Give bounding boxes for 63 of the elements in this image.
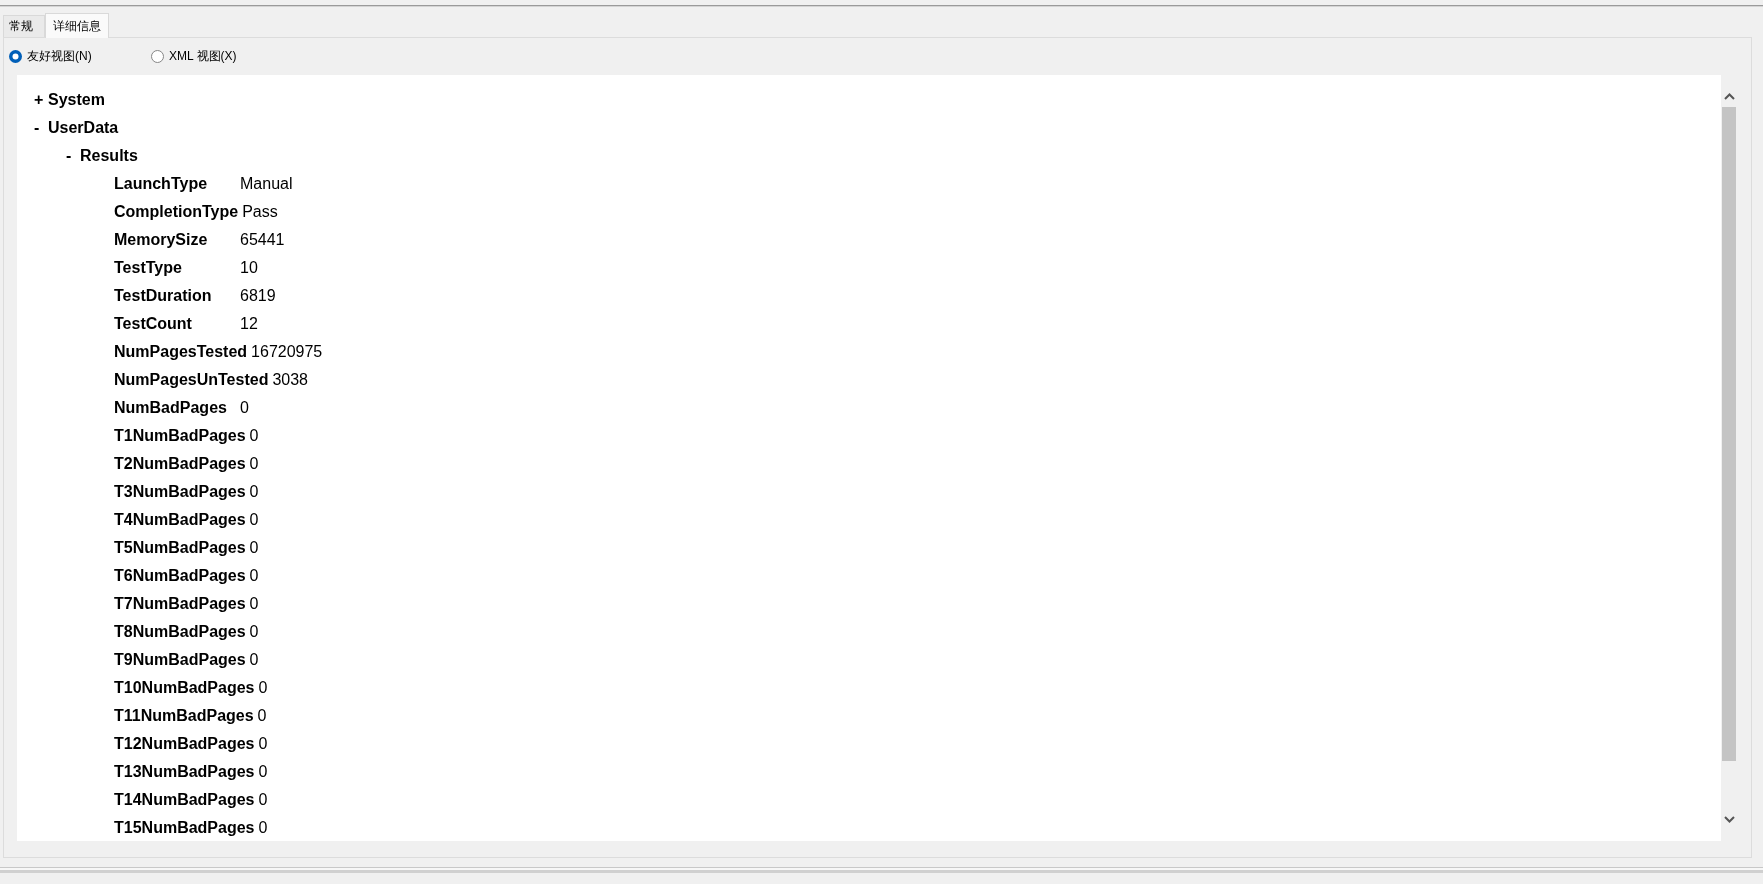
field-name: T6NumBadPages (114, 567, 246, 585)
tab[interactable]: 常规 (3, 15, 45, 37)
field-name: T12NumBadPages (114, 735, 255, 753)
tree-node-label[interactable]: UserData (48, 119, 119, 137)
radio-icon[interactable] (9, 49, 22, 63)
field-name: T15NumBadPages (114, 819, 255, 837)
field-name: TestType (114, 259, 183, 277)
field-value: 0 (258, 735, 268, 753)
field-value: 6819 (240, 287, 276, 305)
field-value: 0 (249, 539, 259, 557)
field-name: NumPagesTested (114, 343, 248, 361)
field-name: NumPagesUnTested (114, 371, 269, 389)
tree-toggle[interactable]: + (34, 91, 48, 109)
field-value: 0 (240, 399, 249, 417)
field-value: 12 (240, 315, 258, 333)
tree-toggle[interactable]: - (34, 119, 48, 137)
field-name: T3NumBadPages (114, 483, 246, 501)
field-name: T1NumBadPages (114, 427, 246, 445)
field-value: Pass (242, 203, 278, 221)
field-value: 0 (258, 763, 268, 781)
scroll-down-icon[interactable] (1723, 816, 1735, 823)
field-name: T2NumBadPages (114, 455, 246, 473)
field-value: 0 (249, 595, 259, 613)
field-name: NumBadPages (114, 399, 228, 417)
radio-option[interactable]: XML 视图(X) (151, 47, 237, 65)
field-name: MemorySize (114, 231, 209, 249)
field-value: 0 (249, 427, 259, 445)
field-name: T4NumBadPages (114, 511, 246, 529)
tree-toggle[interactable]: - (66, 147, 80, 165)
tree-node-label[interactable]: System (48, 91, 105, 109)
field-value: 0 (258, 819, 268, 837)
field-value: 0 (258, 679, 268, 697)
scroll-up-icon[interactable] (1723, 93, 1735, 100)
field-name: T8NumBadPages (114, 623, 246, 641)
tab[interactable]: 详细信息 (45, 13, 109, 38)
field-value: 0 (249, 651, 259, 669)
radio-icon[interactable] (151, 49, 164, 63)
field-name: TestCount (114, 315, 193, 333)
field-value: 10 (240, 259, 258, 277)
field-name: T5NumBadPages (114, 539, 246, 557)
field-value: 0 (257, 707, 267, 725)
field-value: Manual (240, 175, 293, 193)
field-name: T10NumBadPages (114, 679, 255, 697)
field-value: 16720975 (251, 343, 323, 361)
field-name: T13NumBadPages (114, 763, 255, 781)
field-value: 0 (249, 483, 259, 501)
field-name: LaunchType (114, 175, 209, 193)
field-value: 0 (249, 511, 259, 529)
field-value: 0 (249, 567, 259, 585)
scrollbar-thumb[interactable] (1722, 107, 1736, 761)
field-name: TestDuration (114, 287, 213, 305)
field-name: T9NumBadPages (114, 651, 246, 669)
field-name: T14NumBadPages (114, 791, 255, 809)
field-name: CompletionType (114, 203, 239, 221)
radio-option[interactable]: 友好视图(N) (9, 47, 92, 65)
field-name: T7NumBadPages (114, 595, 246, 613)
tree-node-label[interactable]: Results (80, 147, 138, 165)
field-value: 65441 (240, 231, 285, 249)
field-name: T11NumBadPages (114, 707, 254, 725)
field-value: 0 (249, 455, 259, 473)
field-value: 0 (258, 791, 268, 809)
field-value: 0 (249, 623, 259, 641)
field-value: 3038 (272, 371, 308, 389)
